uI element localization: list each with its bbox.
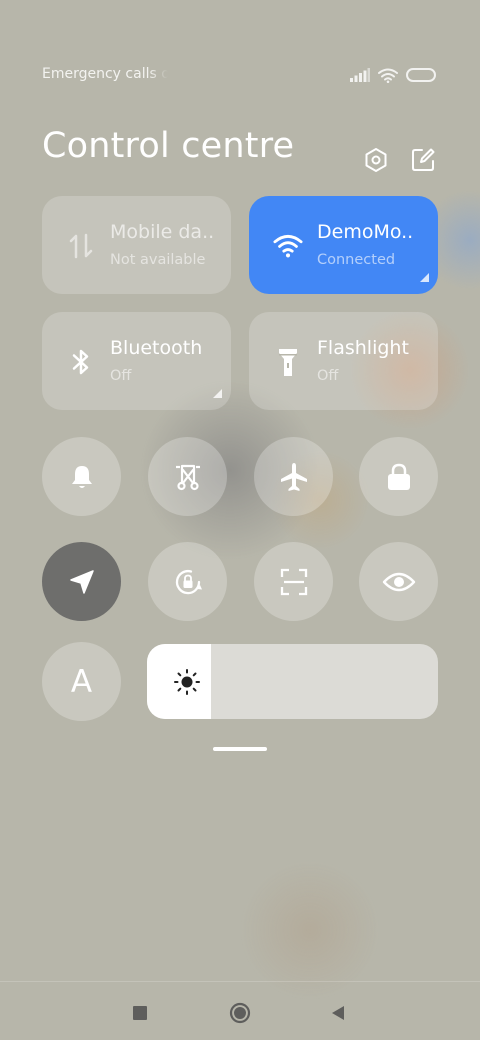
panel-drag-handle[interactable] [213,747,267,751]
settings-icon [365,148,387,172]
mobile-data-tile[interactable]: Mobile da.. Not available [42,196,231,294]
home-button[interactable] [229,1002,251,1024]
bluetooth-tile[interactable]: Bluetooth Off [42,312,231,410]
recents-square-icon [133,1006,147,1020]
settings-button[interactable] [362,146,390,174]
bluetooth-status: Off [110,368,132,384]
scan-icon [280,568,307,595]
flashlight-icon [273,347,303,377]
auto-brightness-toggle[interactable]: A [42,642,121,721]
status-icons [350,64,436,86]
battery-icon [406,68,436,82]
signal-icon [350,68,370,82]
home-circle-icon [229,1002,251,1024]
airplane-mode-toggle[interactable] [254,437,333,516]
flashlight-tile[interactable]: Flashlight Off [249,312,438,410]
wifi-tile-icon [273,231,303,261]
mobile-data-icon [66,231,96,261]
mobile-data-status: Not available [110,252,206,268]
edit-icon [412,148,435,171]
rotation-lock-icon [175,569,202,594]
wifi-network-name: DemoMo.. [317,221,414,243]
eye-icon [382,572,415,591]
wifi-status: Connected [317,252,396,268]
bell-icon [71,465,92,488]
bluetooth-label: Bluetooth [110,337,203,359]
wifi-icon [378,68,398,83]
auto-brightness-icon: A [70,663,93,700]
wifi-tile[interactable]: DemoMo.. Connected [249,196,438,294]
back-triangle-icon [332,1006,344,1020]
lock-screen-toggle[interactable] [359,437,438,516]
lock-icon [387,463,410,490]
location-toggle[interactable] [42,542,121,621]
edit-button[interactable] [409,146,437,174]
back-button[interactable] [327,1002,349,1024]
airplane-icon [280,462,307,491]
recents-button[interactable] [129,1002,151,1024]
wifi-expand-indicator[interactable] [420,273,429,282]
flashlight-label: Flashlight [317,337,409,359]
navigation-bar [0,981,480,1040]
rotation-lock-toggle[interactable] [148,542,227,621]
scissors-icon [175,464,200,490]
mobile-data-label: Mobile da.. [110,221,215,243]
screenshot-toggle[interactable] [148,437,227,516]
bluetooth-expand-indicator[interactable] [213,389,222,398]
bluetooth-icon [66,347,96,377]
brightness-slider[interactable] [147,644,438,719]
scanner-toggle[interactable] [254,542,333,621]
reading-mode-toggle[interactable] [359,542,438,621]
sun-icon [174,669,200,695]
flashlight-status: Off [317,368,339,384]
sound-toggle[interactable] [42,437,121,516]
page-title: Control centre [42,126,295,166]
status-carrier-text: Emergency calls o [42,66,168,82]
location-arrow-icon [69,569,94,594]
